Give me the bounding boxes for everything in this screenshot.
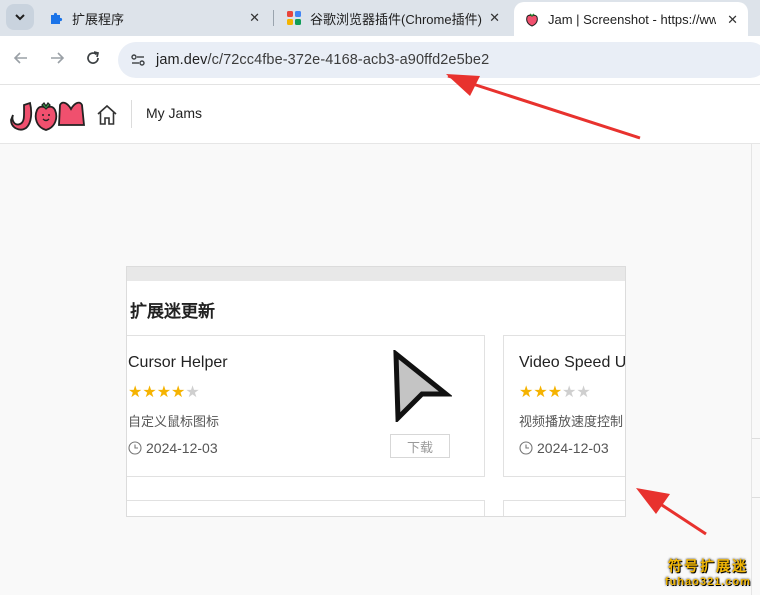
side-panel-mark bbox=[752, 497, 760, 498]
url-text: jam.dev/c/72cc4fbe-372e-4168-acb3-a90ffd… bbox=[156, 52, 489, 68]
star-icon: ★ bbox=[576, 384, 591, 401]
url-path: /c/72cc4fbe-372e-4168-acb3-a90ffd2e5be2 bbox=[207, 52, 490, 68]
star-icon: ★ bbox=[171, 384, 186, 401]
tab-close-icon[interactable]: ✕ bbox=[727, 12, 738, 28]
date-text: 2024-12-03 bbox=[537, 440, 609, 456]
jam-header: My Jams bbox=[0, 85, 760, 144]
tab-chrome-plugins[interactable]: 谷歌浏览器插件(Chrome插件)- ✕ bbox=[278, 0, 510, 36]
side-panel-mark bbox=[752, 438, 760, 439]
extension-description: 视频播放速度控制 bbox=[519, 414, 624, 429]
page-side-divider bbox=[751, 144, 752, 595]
reload-button[interactable] bbox=[81, 46, 105, 70]
extension-date: 2024-12-03 bbox=[519, 440, 609, 456]
star-icon: ★ bbox=[128, 384, 143, 401]
clock-icon bbox=[128, 441, 142, 455]
tab-title: 谷歌浏览器插件(Chrome插件)- bbox=[310, 11, 482, 27]
back-button[interactable] bbox=[9, 46, 33, 70]
star-icon: ★ bbox=[533, 384, 548, 401]
browser-toolbar: jam.dev/c/72cc4fbe-372e-4168-acb3-a90ffd… bbox=[0, 36, 760, 85]
star-icon: ★ bbox=[562, 384, 577, 401]
star-icon: ★ bbox=[519, 384, 534, 401]
extension-card[interactable]: Cursor Helper ★★★★★ 自定义鼠标图标 2024-12-03 下… bbox=[127, 335, 485, 477]
my-jams-link[interactable]: My Jams bbox=[146, 105, 202, 121]
tab-search-button[interactable] bbox=[6, 4, 34, 30]
tab-strip: 扩展程序 ✕ 谷歌浏览器插件(Chrome插件)- ✕ Jam | Screen… bbox=[0, 0, 760, 36]
tab-jam-active[interactable]: Jam | Screenshot - https://ww ✕ bbox=[514, 2, 748, 36]
site-settings-icon[interactable] bbox=[126, 48, 150, 72]
screenshot-preview[interactable]: 扩展迷更新 Cursor Helper ★★★★★ 自定义鼠标图标 2024-1… bbox=[126, 266, 626, 517]
download-button[interactable]: 下载 bbox=[390, 434, 450, 458]
chevron-down-icon bbox=[15, 14, 25, 21]
puzzle-icon bbox=[51, 12, 63, 24]
tab-close-icon[interactable]: ✕ bbox=[249, 10, 260, 26]
section-title: 扩展迷更新 bbox=[130, 302, 215, 321]
tab-extensions[interactable]: 扩展程序 ✕ bbox=[40, 0, 270, 36]
reload-icon bbox=[87, 51, 100, 64]
watermark: 符号扩展迷 fuhao321.com bbox=[662, 556, 754, 588]
arrow-right-icon bbox=[51, 52, 65, 64]
clock-icon bbox=[519, 441, 533, 455]
extension-card[interactable] bbox=[503, 500, 625, 516]
star-icon: ★ bbox=[185, 384, 200, 401]
url-host: jam.dev bbox=[156, 52, 208, 68]
red-arrow-annotation bbox=[636, 488, 707, 536]
extension-name: Cursor Helper bbox=[128, 354, 228, 371]
extension-name: Video Speed U bbox=[519, 354, 626, 371]
rating-stars: ★★★★★ bbox=[128, 382, 200, 402]
jam-strawberry-icon bbox=[526, 13, 538, 27]
extension-card[interactable] bbox=[127, 500, 485, 516]
forward-button[interactable] bbox=[45, 46, 69, 70]
cursor-arrow-icon bbox=[393, 350, 452, 422]
rating-stars: ★★★★★ bbox=[519, 382, 591, 402]
watermark-text: 符号扩展迷 bbox=[668, 558, 748, 574]
jam-logo-icon[interactable] bbox=[10, 97, 86, 131]
extension-card[interactable]: Video Speed U ★★★★★ 视频播放速度控制 2024-12-03 bbox=[503, 335, 626, 477]
tab-divider bbox=[273, 10, 274, 26]
star-icon: ★ bbox=[142, 384, 157, 401]
arrow-left-icon bbox=[13, 52, 27, 64]
extension-date: 2024-12-03 bbox=[128, 440, 218, 456]
watermark-url: fuhao321.com bbox=[665, 576, 751, 588]
star-icon: ★ bbox=[547, 384, 563, 401]
address-bar[interactable]: jam.dev/c/72cc4fbe-372e-4168-acb3-a90ffd… bbox=[118, 42, 760, 78]
home-icon[interactable] bbox=[95, 103, 119, 127]
date-text: 2024-12-03 bbox=[146, 440, 218, 456]
apps-grid-icon bbox=[287, 11, 301, 25]
header-divider bbox=[131, 100, 132, 128]
tab-title: Jam | Screenshot - https://ww bbox=[548, 11, 716, 27]
star-icon: ★ bbox=[156, 384, 172, 401]
extension-description: 自定义鼠标图标 bbox=[128, 414, 220, 429]
tab-title: 扩展程序 bbox=[72, 11, 125, 27]
tab-close-icon[interactable]: ✕ bbox=[489, 10, 500, 26]
screenshot-top-bar bbox=[127, 267, 625, 281]
